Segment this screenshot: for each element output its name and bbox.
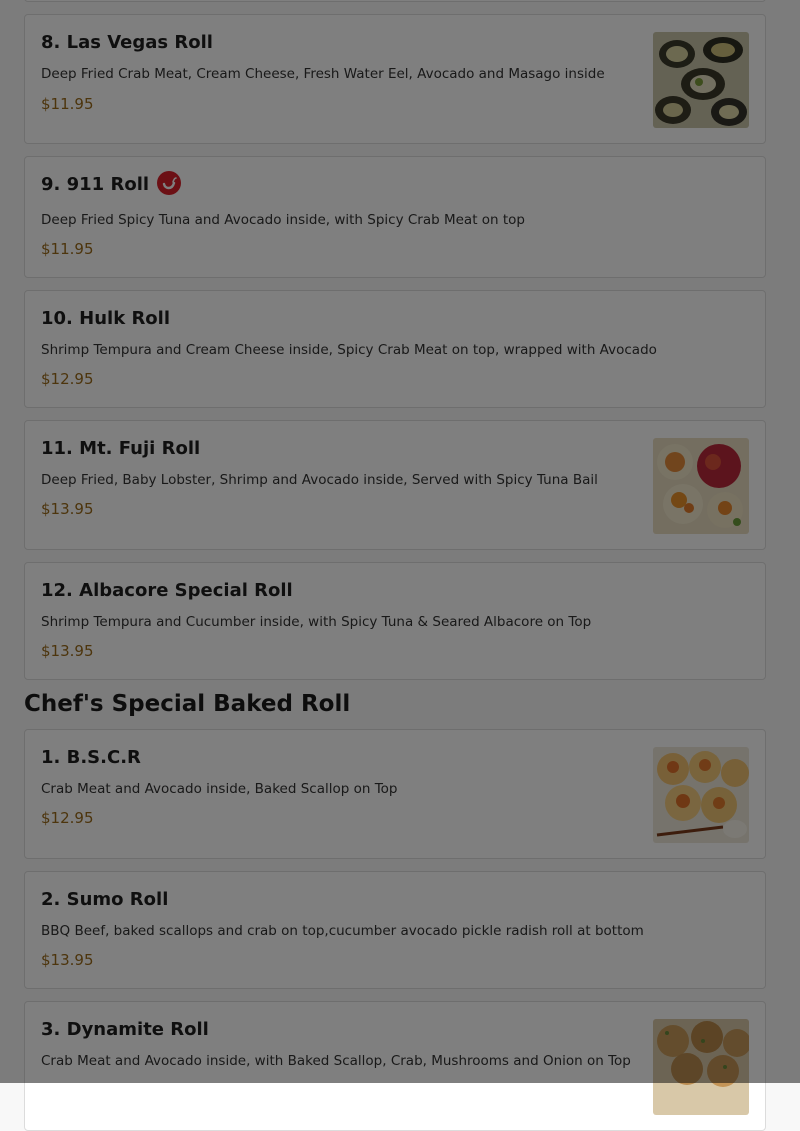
menu-item-title: 2. Sumo Roll — [41, 889, 169, 910]
menu-item-title: 1. B.S.C.R — [41, 747, 141, 768]
menu-item-card-bscr[interactable]: 1. B.S.C.R Crab Meat and Avocado inside,… — [24, 729, 766, 859]
menu-item-description: Shrimp Tempura and Cucumber inside, with… — [41, 614, 592, 630]
menu-item-price: $13.95 — [41, 642, 94, 660]
menu-item-title: 12. Albacore Special Roll — [41, 580, 293, 601]
menu-item-title-row: 9. 911 Roll — [41, 171, 182, 197]
menu-item-title: 8. Las Vegas Roll — [41, 32, 213, 53]
las-vegas-roll-photo — [653, 32, 749, 128]
menu-item-card-previous[interactable] — [24, 0, 766, 2]
menu-item-price: $11.95 — [41, 95, 94, 113]
menu-item-price: $11.95 — [41, 240, 94, 258]
menu-item-description: Deep Fried Crab Meat, Cream Cheese, Fres… — [41, 66, 605, 82]
spicy-chili-icon — [157, 171, 182, 195]
menu-item-description: Crab Meat and Avocado inside, with Baked… — [41, 1053, 631, 1069]
bscr-roll-photo — [653, 747, 749, 843]
menu-item-card-911-roll[interactable]: 9. 911 Roll Deep Fried Spicy Tuna and Av… — [24, 156, 766, 278]
menu-item-card-sumo-roll[interactable]: 2. Sumo Roll BBQ Beef, baked scallops an… — [24, 871, 766, 989]
menu-item-title: 10. Hulk Roll — [41, 308, 171, 329]
menu-item-price: $13.95 — [41, 500, 94, 518]
menu-item-card-mt-fuji-roll[interactable]: 11. Mt. Fuji Roll Deep Fried, Baby Lobst… — [24, 420, 766, 550]
menu-item-description: Deep Fried, Baby Lobster, Shrimp and Avo… — [41, 472, 598, 488]
menu-item-title: 9. 911 Roll — [41, 174, 150, 195]
menu-item-price: $13.95 — [41, 951, 94, 969]
menu-item-description: Crab Meat and Avocado inside, Baked Scal… — [41, 781, 398, 797]
menu-item-description: BBQ Beef, baked scallops and crab on top… — [41, 923, 644, 939]
menu-item-description: Shrimp Tempura and Cream Cheese inside, … — [41, 342, 657, 358]
menu-item-card-las-vegas-roll[interactable]: 8. Las Vegas Roll Deep Fried Crab Meat, … — [24, 14, 766, 144]
mt-fuji-roll-photo — [653, 438, 749, 534]
section-title: Chef's Special Baked Roll — [24, 691, 351, 717]
menu-item-price: $12.95 — [41, 809, 94, 827]
menu-item-card-albacore-special-roll[interactable]: 12. Albacore Special Roll Shrimp Tempura… — [24, 562, 766, 680]
menu-item-title: 3. Dynamite Roll — [41, 1019, 209, 1040]
menu-item-price: $12.95 — [41, 370, 94, 388]
menu-item-title: 11. Mt. Fuji Roll — [41, 438, 201, 459]
menu-item-card-hulk-roll[interactable]: 10. Hulk Roll Shrimp Tempura and Cream C… — [24, 290, 766, 408]
dynamite-roll-photo — [653, 1019, 749, 1115]
menu-item-card-dynamite-roll[interactable]: 3. Dynamite Roll Crab Meat and Avocado i… — [24, 1001, 766, 1131]
menu-item-description: Deep Fried Spicy Tuna and Avocado inside… — [41, 212, 526, 228]
